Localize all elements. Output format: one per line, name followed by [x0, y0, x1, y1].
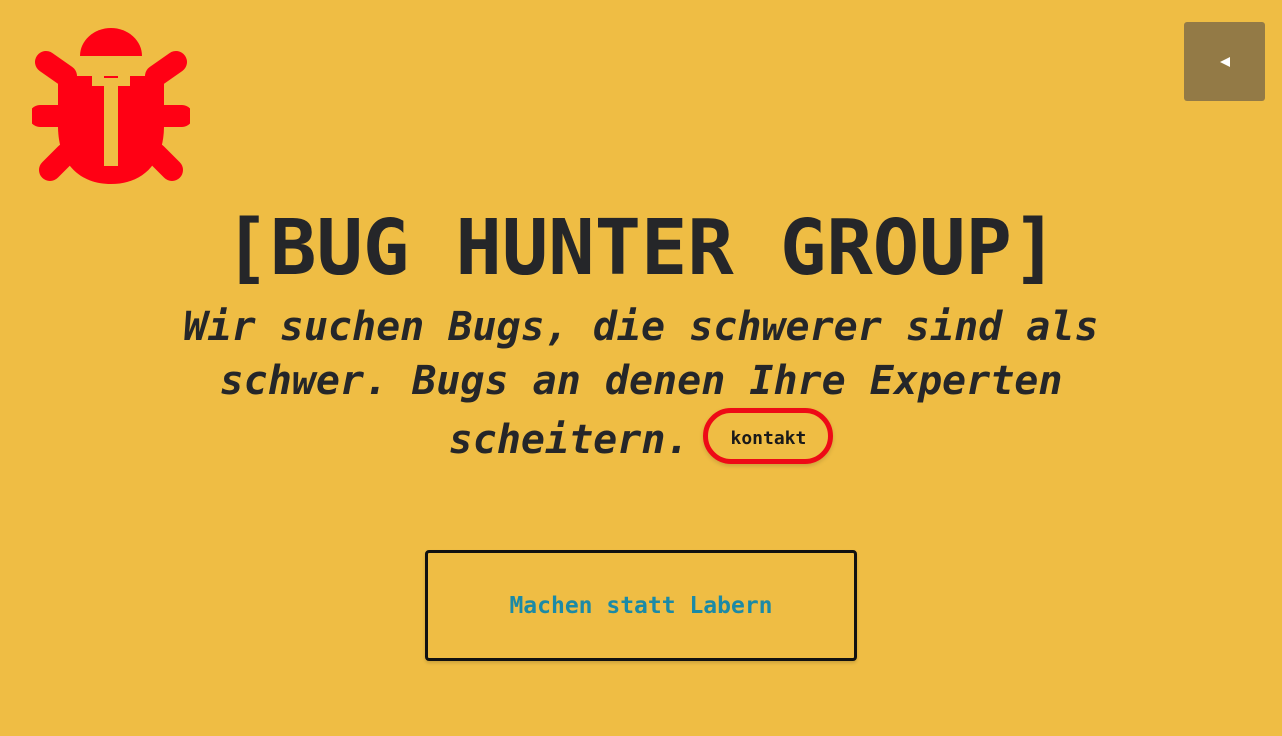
page-title: [BUG HUNTER GROUP] [223, 204, 1059, 293]
page: [BUG HUNTER GROUP] Wir suchen Bugs, die … [0, 0, 1282, 736]
cta-button[interactable]: Machen statt Labern [425, 550, 857, 661]
contact-link[interactable]: kontakt [703, 408, 834, 464]
caret-left-icon [1219, 56, 1230, 67]
menu-toggle-button[interactable] [1184, 22, 1265, 101]
bug-logo-icon[interactable] [29, 26, 193, 186]
tagline: Wir suchen Bugs, die schwerer sind als s… [100, 300, 1182, 467]
tagline-text: Wir suchen Bugs, die schwerer sind als s… [183, 304, 1099, 463]
bug-icon [29, 28, 193, 184]
